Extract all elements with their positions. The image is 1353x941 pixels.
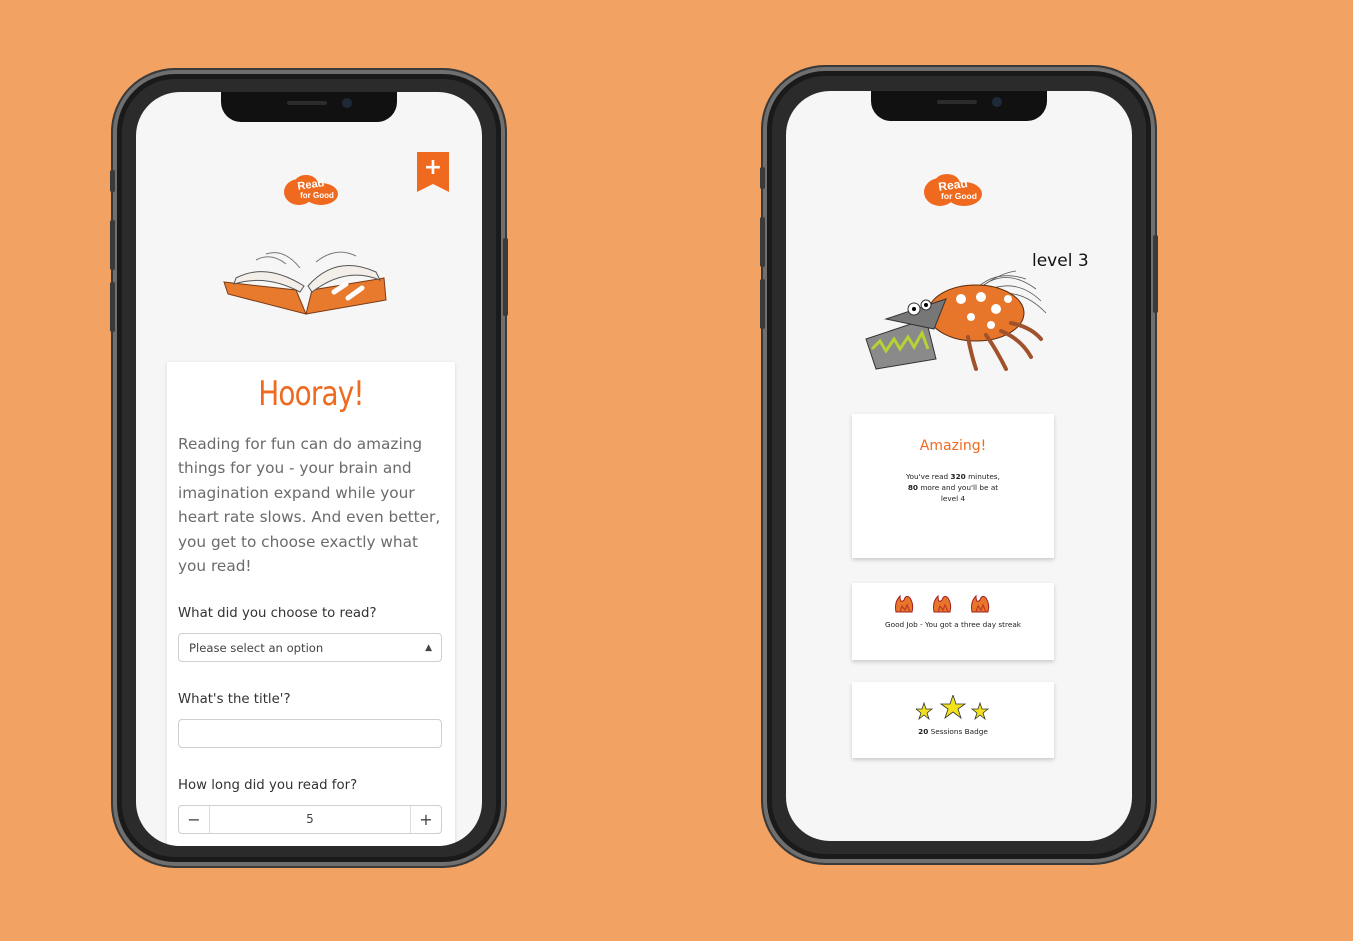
volume-down-button [110,282,115,332]
reading-type-select[interactable]: Please select an option ▲ [178,633,442,662]
power-button [503,238,508,316]
streak-text: Good Job - You got a three day streak [884,620,1022,629]
notch [221,92,397,122]
badge-card: 20 Sessions Badge [852,682,1054,758]
minutes-read: 320 [950,472,966,481]
add-bookmark-button[interactable]: + [417,152,449,192]
read-for-good-logo[interactable]: Read for Good [924,174,982,208]
book-monster-illustration [865,270,1047,371]
decrement-button[interactable]: − [179,806,210,833]
log-reading-card: Hooray! Reading for fun can do amazing t… [167,362,455,846]
right-phone-frame: Read for Good level 3 Amazing! You've re… [760,67,1158,863]
duration-stepper: − 5 + [178,805,442,834]
reading-type-label: What did you choose to read? [178,606,377,621]
progress-text-post: minutes, [965,472,1000,481]
increment-button[interactable]: + [410,806,441,833]
sessions-count: 20 [918,727,929,736]
left-screen: Read for Good + Hooray! Reading for fun … [136,92,482,846]
left-phone-frame: Read for Good + Hooray! Reading for fun … [110,70,508,866]
minutes-remaining: 80 [907,483,918,492]
flame-icon [895,594,990,613]
intro-text: Reading for fun can do amazing things fo… [178,435,441,576]
mute-switch [760,167,765,189]
title-input[interactable] [178,719,442,748]
logo-text-for-good: for Good [300,191,334,200]
logo-text-for-good: for Good [941,191,977,201]
plus-icon: + [423,155,443,180]
progress-text: You've read 320 minutes, 80 more and you… [893,471,1013,504]
speaker [287,101,327,105]
star-icon [914,693,990,721]
duration-value[interactable]: 5 [209,806,411,833]
next-level-text: level 4 [940,494,966,503]
volume-up-button [110,220,115,270]
notch [871,91,1047,121]
progress-card: Amazing! You've read 320 minutes, 80 mor… [852,414,1054,558]
volume-down-button [760,279,765,329]
title-label: What's the title'? [178,692,291,707]
star-icons [852,682,1054,723]
camera [342,98,352,108]
badge-label: Sessions Badge [928,727,988,736]
power-button [1153,235,1158,313]
select-placeholder: Please select an option [189,641,324,655]
duration-label: How long did you read for? [178,778,358,793]
speaker [937,100,977,104]
camera [992,97,1002,107]
progress-text-line2: more and you'll be at [918,483,999,492]
level-indicator: level 3 [1032,251,1089,271]
mute-switch [110,170,115,192]
right-screen: Read for Good level 3 Amazing! You've re… [786,91,1132,841]
progress-text-pre: You've read [906,472,951,481]
select-arrows-icon: ▲ [425,643,432,653]
progress-headline: Amazing! [919,438,987,454]
flame-icons [852,583,1054,614]
streak-card: Good Job - You got a three day streak [852,583,1054,660]
open-book-illustration [223,251,387,315]
volume-up-button [760,217,765,267]
badge-text: 20 Sessions Badge [852,726,1054,737]
hooray-title: Hooray! [258,374,364,414]
read-for-good-logo[interactable]: Read for Good [284,175,338,207]
